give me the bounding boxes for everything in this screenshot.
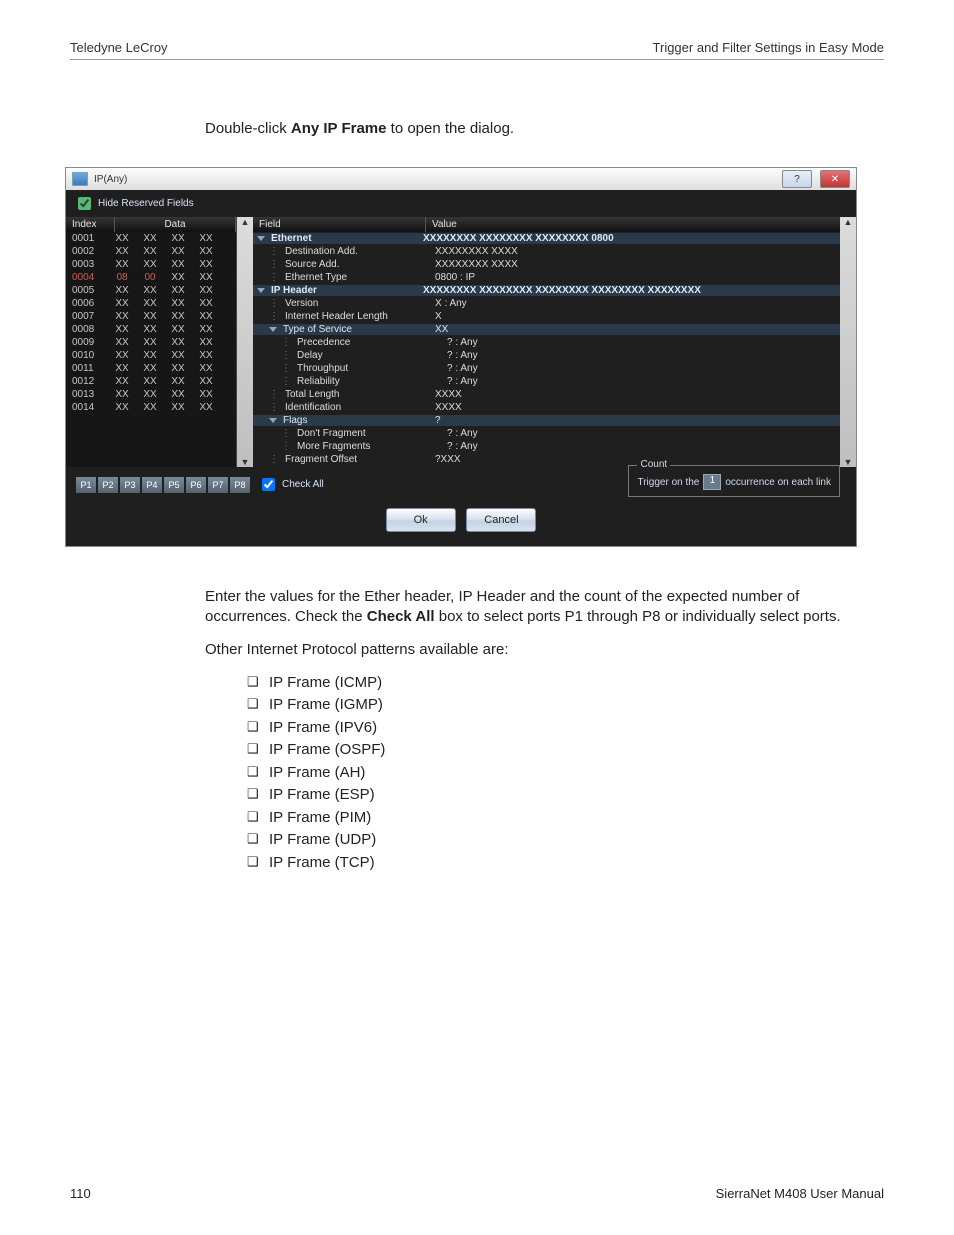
cancel-button[interactable]: Cancel <box>466 508 536 532</box>
hide-reserved-checkbox[interactable] <box>78 197 91 210</box>
hex-row[interactable]: 0007XXXXXXXX <box>66 310 236 323</box>
hex-row[interactable]: 0008XXXXXXXX <box>66 323 236 336</box>
left-scrollbar[interactable]: ▲ ▼ <box>237 217 253 467</box>
hex-row[interactable]: 0011XXXXXXXX <box>66 362 236 375</box>
paragraph-other-patterns: Other Internet Protocol patterns availab… <box>205 640 884 660</box>
scroll-up-icon[interactable]: ▲ <box>840 217 856 227</box>
count-post: occurrence on each link <box>725 477 831 488</box>
hex-row[interactable]: 0003XXXXXXXX <box>66 258 236 271</box>
tree-row[interactable]: EthernetXXXXXXXX XXXXXXXX XXXXXXXX 0800 <box>253 232 840 245</box>
tree-row[interactable]: ⋮Precedence? : Any <box>253 336 840 349</box>
window-icon <box>72 172 88 186</box>
port-button[interactable]: P3 <box>120 477 140 493</box>
close-button[interactable]: ✕ <box>820 170 850 188</box>
hex-row[interactable]: 0005XXXXXXXX <box>66 284 236 297</box>
paragraph-instructions: Enter the values for the Ether header, I… <box>205 587 884 628</box>
window-title: IP(Any) <box>94 174 127 185</box>
hex-row[interactable]: 0009XXXXXXXX <box>66 336 236 349</box>
ip-any-dialog: IP(Any) ? ✕ Hide Reserved Fields Index D… <box>65 167 857 547</box>
ip-pattern-list: IP Frame (ICMP)IP Frame (IGMP)IP Frame (… <box>247 672 884 875</box>
dialog-footer: P1P2P3P4P5P6P7P8 Check All Count Trigger… <box>66 467 856 508</box>
tree-row[interactable]: Type of ServiceXX <box>253 323 840 336</box>
tree-row[interactable]: ⋮Source Add.XXXXXXXX XXXX <box>253 258 840 271</box>
port-button[interactable]: P5 <box>164 477 184 493</box>
port-button[interactable]: P8 <box>230 477 250 493</box>
hex-row[interactable]: 0006XXXXXXXX <box>66 297 236 310</box>
tree-row[interactable]: ⋮Delay? : Any <box>253 349 840 362</box>
hex-row[interactable]: 0013XXXXXXXX <box>66 388 236 401</box>
dialog-toolbar: Hide Reserved Fields <box>66 190 856 217</box>
tree-row[interactable]: ⋮Don't Fragment? : Any <box>253 427 840 440</box>
list-item: IP Frame (IPV6) <box>247 717 884 740</box>
tree-pane: Field Value EthernetXXXXXXXX XXXXXXXX XX… <box>253 217 840 467</box>
hex-row[interactable]: 0014XXXXXXXX <box>66 401 236 414</box>
intro-post: to open the dialog. <box>386 120 514 137</box>
p1b: Check All <box>367 608 435 625</box>
col-field[interactable]: Field <box>253 217 426 232</box>
check-all-label: Check All <box>282 479 324 490</box>
hex-row[interactable]: 0010XXXXXXXX <box>66 349 236 362</box>
tree-row[interactable]: ⋮Reliability? : Any <box>253 375 840 388</box>
field-tree[interactable]: EthernetXXXXXXXX XXXXXXXX XXXXXXXX 0800⋮… <box>253 232 840 467</box>
col-index[interactable]: Index <box>66 217 115 232</box>
tree-row[interactable]: ⋮Ethernet Type0800 : IP <box>253 271 840 284</box>
header-left: Teledyne LeCroy <box>70 40 168 55</box>
manual-title: SierraNet M408 User Manual <box>716 1186 884 1201</box>
port-button[interactable]: P2 <box>98 477 118 493</box>
list-item: IP Frame (IGMP) <box>247 694 884 717</box>
tree-row[interactable]: ⋮IdentificationXXXX <box>253 401 840 414</box>
p1c: box to select ports P1 through P8 or ind… <box>435 608 841 625</box>
hex-row[interactable]: 0012XXXXXXXX <box>66 375 236 388</box>
count-spinner[interactable]: 1 <box>703 474 721 490</box>
page-number: 110 <box>70 1186 91 1201</box>
hide-reserved-label: Hide Reserved Fields <box>98 198 194 209</box>
tree-row[interactable]: ⋮Throughput? : Any <box>253 362 840 375</box>
header-right: Trigger and Filter Settings in Easy Mode <box>653 40 884 55</box>
list-item: IP Frame (PIM) <box>247 807 884 830</box>
tree-row[interactable]: ⋮VersionX : Any <box>253 297 840 310</box>
port-button[interactable]: P1 <box>76 477 96 493</box>
scroll-up-icon[interactable]: ▲ <box>237 217 253 227</box>
list-item: IP Frame (ICMP) <box>247 672 884 695</box>
port-button[interactable]: P6 <box>186 477 206 493</box>
list-item: IP Frame (TCP) <box>247 852 884 875</box>
hex-pane: Index Data 0001XXXXXXXX0002XXXXXXXX0003X… <box>66 217 237 467</box>
count-group: Count Trigger on the 1 occurrence on eac… <box>628 465 840 497</box>
scroll-down-icon[interactable]: ▼ <box>840 457 856 467</box>
tree-row[interactable]: ⋮Destination Add.XXXXXXXX XXXX <box>253 245 840 258</box>
tree-row[interactable]: ⋮Internet Header LengthX <box>253 310 840 323</box>
port-button[interactable]: P7 <box>208 477 228 493</box>
tree-row[interactable]: IP HeaderXXXXXXXX XXXXXXXX XXXXXXXX XXXX… <box>253 284 840 297</box>
tree-row[interactable]: ⋮More Fragments? : Any <box>253 440 840 453</box>
ok-button[interactable]: Ok <box>386 508 456 532</box>
titlebar[interactable]: IP(Any) ? ✕ <box>66 168 856 190</box>
right-scrollbar[interactable]: ▲ ▼ <box>840 217 856 467</box>
intro-bold: Any IP Frame <box>291 120 387 137</box>
count-legend: Count <box>637 459 670 470</box>
list-item: IP Frame (OSPF) <box>247 739 884 762</box>
count-pre: Trigger on the <box>637 477 699 488</box>
list-item: IP Frame (ESP) <box>247 784 884 807</box>
port-button[interactable]: P4 <box>142 477 162 493</box>
scroll-down-icon[interactable]: ▼ <box>237 457 253 467</box>
check-all-checkbox[interactable] <box>262 478 275 491</box>
hex-row[interactable]: 0002XXXXXXXX <box>66 245 236 258</box>
help-button[interactable]: ? <box>782 170 812 188</box>
tree-row[interactable]: ⋮Total LengthXXXX <box>253 388 840 401</box>
col-value[interactable]: Value <box>426 217 840 232</box>
header-rule <box>70 59 884 60</box>
tree-row[interactable]: Flags? <box>253 414 840 427</box>
list-item: IP Frame (UDP) <box>247 829 884 852</box>
col-data[interactable]: Data <box>115 217 236 232</box>
hex-row[interactable]: 00040800XXXX <box>66 271 236 284</box>
hex-row[interactable]: 0001XXXXXXXX <box>66 232 236 245</box>
intro-text: Double-click Any IP Frame to open the di… <box>205 120 884 137</box>
list-item: IP Frame (AH) <box>247 762 884 785</box>
intro-pre: Double-click <box>205 120 291 137</box>
hex-grid[interactable]: 0001XXXXXXXX0002XXXXXXXX0003XXXXXXXX0004… <box>66 232 236 467</box>
